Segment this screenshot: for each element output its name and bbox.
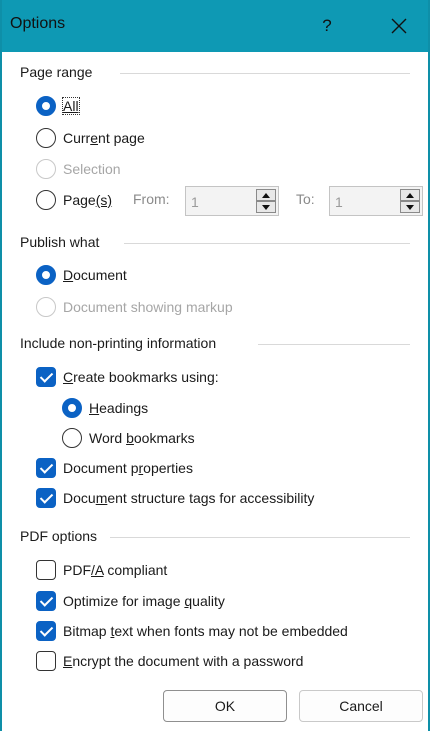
publish-what-divider [124, 243, 410, 244]
pdf-options-heading: PDF options [20, 528, 98, 544]
arrow-up-icon [262, 192, 270, 198]
arrow-down-icon [406, 204, 414, 210]
checkbox-pdfa-label: PDF/A compliant [63, 562, 168, 578]
from-increment-button[interactable] [256, 189, 276, 201]
checkbox-pdfa-box[interactable] [36, 560, 56, 580]
non-printing-heading: Include non-printing information [20, 335, 217, 351]
title-bar[interactable]: Options ? [2, 0, 428, 52]
radio-current-page-indicator[interactable] [36, 128, 56, 148]
radio-pages-label: Page(s) [63, 192, 113, 208]
checkbox-pdfa[interactable]: PDF/A compliant [36, 558, 167, 582]
arrow-up-icon [406, 192, 414, 198]
radio-word-bookmarks-indicator[interactable] [62, 428, 82, 448]
to-label: To: [296, 191, 315, 207]
checkbox-optimize-image-quality-label: Optimize for image quality [63, 593, 225, 609]
radio-all[interactable]: All [36, 94, 80, 118]
checkbox-optimize-image-quality[interactable]: Optimize for image quality [36, 589, 225, 613]
arrow-down-icon [262, 204, 270, 210]
checkbox-create-bookmarks-label: Create bookmarks using: [63, 369, 219, 385]
ok-button[interactable]: OK [163, 690, 287, 722]
from-label: From: [133, 191, 170, 207]
radio-selection-indicator [36, 159, 56, 179]
checkbox-bitmap-text[interactable]: Bitmap text when fonts may not be embedd… [36, 619, 348, 643]
from-decrement-button[interactable] [256, 201, 276, 213]
radio-selection-label: Selection [63, 161, 121, 177]
checkbox-optimize-image-quality-box[interactable] [36, 591, 56, 611]
page-range-divider [120, 73, 410, 74]
checkbox-document-properties-box[interactable] [36, 458, 56, 478]
radio-pages-indicator[interactable] [36, 190, 56, 210]
to-spinner[interactable]: 1 [329, 186, 423, 216]
from-spinner[interactable]: 1 [185, 186, 279, 216]
dialog-title: Options [10, 15, 66, 32]
radio-current-page[interactable]: Current page [36, 126, 145, 150]
radio-document-markup: Document showing markup [36, 295, 233, 319]
to-value[interactable]: 1 [335, 194, 343, 210]
checkbox-bitmap-text-box[interactable] [36, 621, 56, 641]
radio-headings[interactable]: Headings [62, 396, 148, 420]
checkbox-encrypt-box[interactable] [36, 651, 56, 671]
checkbox-document-properties[interactable]: Document properties [36, 456, 193, 480]
radio-all-indicator[interactable] [36, 96, 56, 116]
options-dialog: Options ? Page range All Current page Se… [0, 0, 430, 731]
checkbox-bitmap-text-label: Bitmap text when fonts may not be embedd… [63, 623, 348, 639]
cancel-button[interactable]: Cancel [299, 690, 423, 722]
close-icon [391, 18, 407, 34]
radio-document-markup-indicator [36, 297, 56, 317]
page-range-heading: Page range [20, 64, 93, 80]
to-spinner-arrows[interactable] [400, 189, 420, 213]
checkbox-structure-tags-label: Document structure tags for accessibilit… [63, 490, 315, 506]
checkbox-create-bookmarks[interactable]: Create bookmarks using: [36, 365, 219, 389]
radio-headings-indicator[interactable] [62, 398, 82, 418]
radio-headings-label: Headings [89, 400, 149, 416]
radio-pages[interactable]: Page(s) [36, 188, 112, 212]
radio-document[interactable]: Document [36, 263, 127, 287]
checkbox-structure-tags[interactable]: Document structure tags for accessibilit… [36, 486, 314, 510]
from-spinner-arrows[interactable] [256, 189, 276, 213]
radio-all-label: All [62, 97, 80, 115]
pdf-options-divider [110, 537, 410, 538]
to-increment-button[interactable] [400, 189, 420, 201]
radio-word-bookmarks-label: Word bookmarks [89, 430, 195, 446]
radio-document-indicator[interactable] [36, 265, 56, 285]
help-button[interactable]: ? [307, 6, 347, 46]
radio-current-page-label: Current page [63, 130, 145, 146]
checkbox-encrypt-label: Encrypt the document with a password [63, 653, 304, 669]
question-mark-icon: ? [322, 16, 332, 35]
checkbox-document-properties-label: Document properties [63, 460, 193, 476]
checkbox-encrypt[interactable]: Encrypt the document with a password [36, 649, 303, 673]
close-button[interactable] [377, 6, 421, 46]
radio-selection: Selection [36, 157, 121, 181]
radio-document-markup-label: Document showing markup [63, 299, 233, 315]
non-printing-divider [258, 344, 410, 345]
checkbox-create-bookmarks-box[interactable] [36, 367, 56, 387]
publish-what-heading: Publish what [20, 234, 100, 250]
radio-word-bookmarks[interactable]: Word bookmarks [62, 426, 195, 450]
radio-document-label: Document [63, 267, 127, 283]
to-decrement-button[interactable] [400, 201, 420, 213]
checkbox-structure-tags-box[interactable] [36, 488, 56, 508]
from-value[interactable]: 1 [191, 194, 199, 210]
